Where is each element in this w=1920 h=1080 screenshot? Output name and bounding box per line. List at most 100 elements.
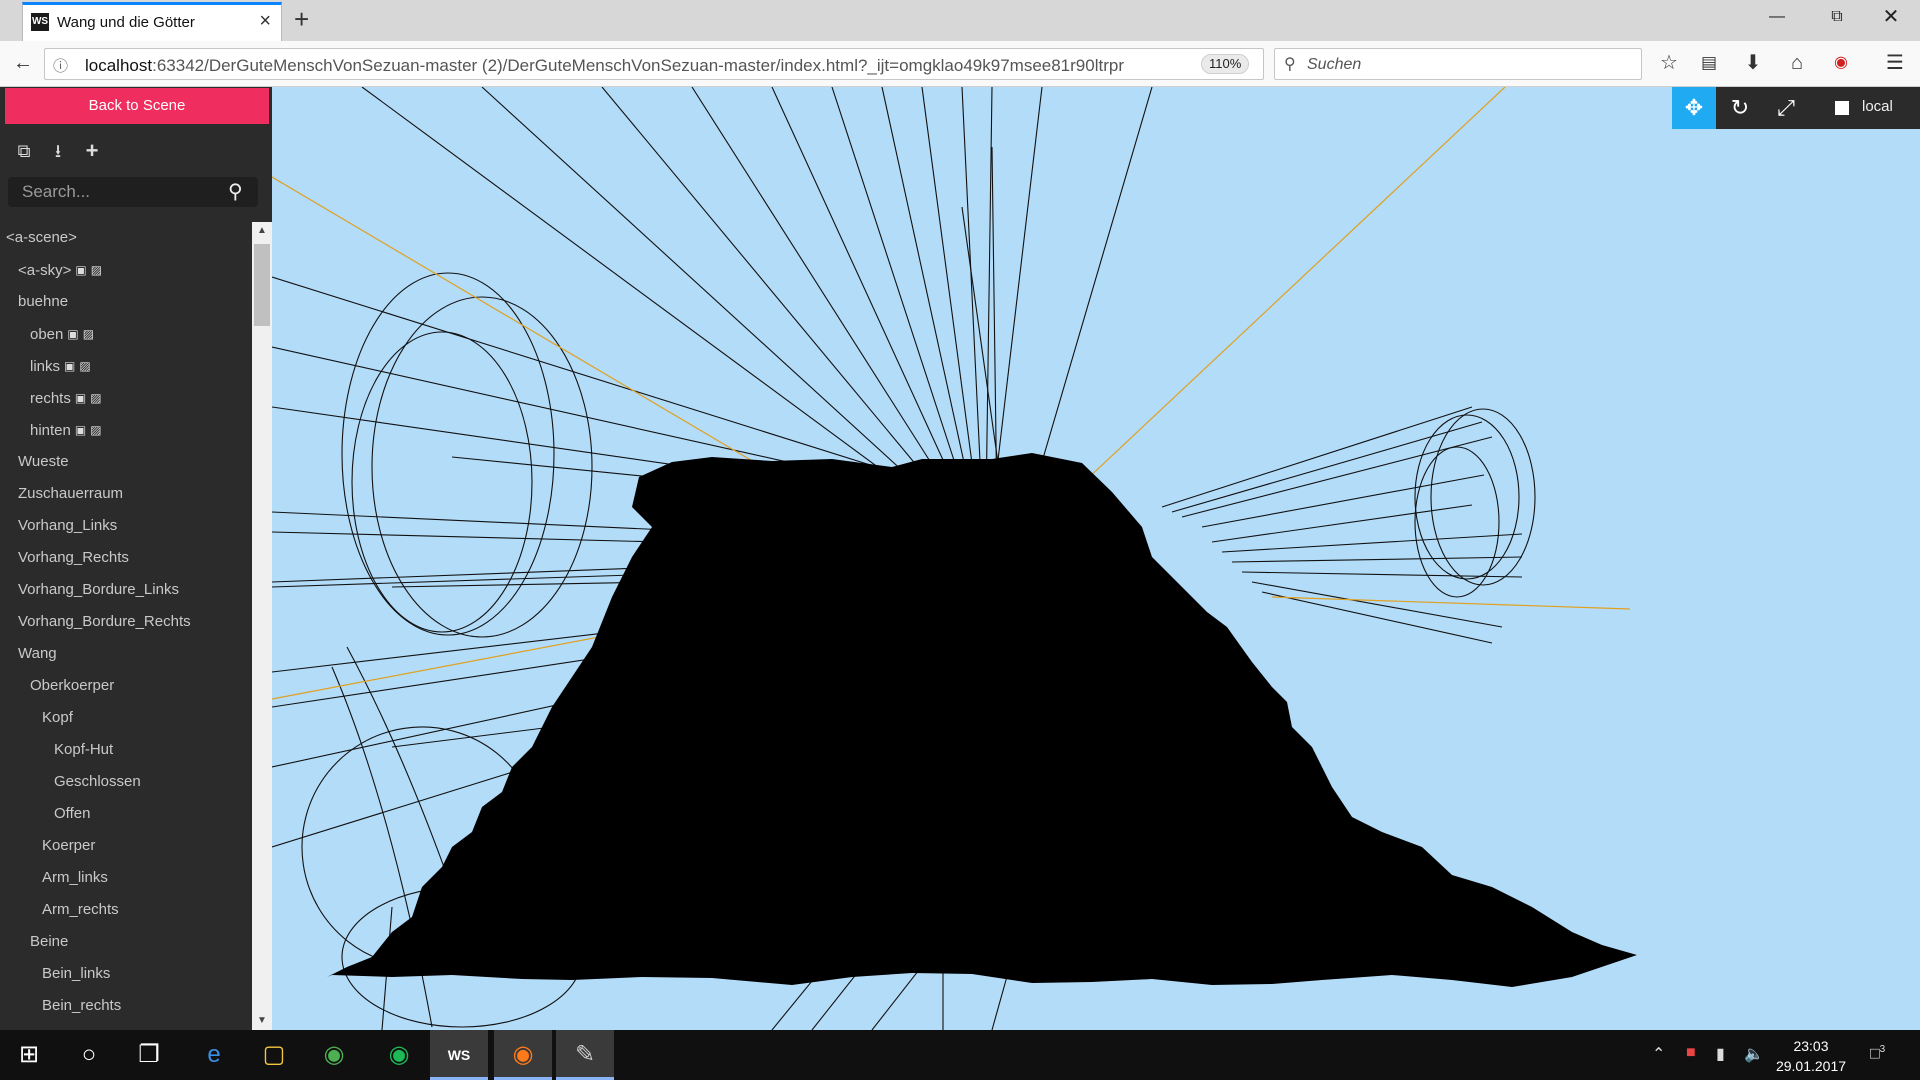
tree-item-label: Kopf-Hut: [54, 741, 114, 758]
scale-tool-icon[interactable]: ⤢: [1764, 87, 1808, 129]
edge-icon[interactable]: e: [185, 1030, 243, 1080]
light-direction-line: [1271, 596, 1631, 610]
volume-icon[interactable]: 🔈: [1744, 1044, 1764, 1064]
spotify-icon[interactable]: ◉: [370, 1030, 428, 1080]
scene-viewport[interactable]: ✥ ↻ ⤢ local: [272, 87, 1920, 1030]
tree-item-label: oben: [30, 326, 64, 343]
tree-item-label: <a-sky>: [18, 262, 72, 279]
download-icon[interactable]: ⬇: [1740, 50, 1766, 76]
tree-item[interactable]: Vorhang_Links: [0, 510, 252, 542]
chrome-icon[interactable]: ◉: [305, 1030, 363, 1080]
tree-item[interactable]: Beine: [0, 926, 252, 958]
tree-item[interactable]: <a-sky> ▣ ▨: [0, 254, 252, 286]
scene-search-input[interactable]: [8, 177, 258, 207]
zoom-badge[interactable]: 110%: [1201, 54, 1250, 74]
info-icon[interactable]: ⓘ: [53, 55, 68, 76]
tree-item[interactable]: Kopf-Hut: [0, 734, 252, 766]
tree-item-label: Vorhang_Bordure_Rechts: [18, 613, 191, 630]
ray-line: [481, 87, 941, 506]
new-tab-button[interactable]: +: [294, 4, 309, 35]
tree-item[interactable]: Oberkoerper: [0, 670, 252, 702]
scroll-thumb[interactable]: [254, 244, 270, 326]
notification-count: 3: [1879, 1044, 1886, 1055]
tree-item[interactable]: Vorhang_Bordure_Rechts: [0, 606, 252, 638]
reading-list-icon[interactable]: ▤: [1696, 50, 1722, 76]
tree-scrollbar[interactable]: ▲ ▼: [252, 222, 272, 1030]
desert-mountain-mesh: [327, 453, 1637, 987]
browser-search-field[interactable]: ⚲ Suchen: [1274, 48, 1642, 80]
scene-graph-tree: <a-scene> <a-sky> ▣ ▨ buehne oben ▣ ▨ links ▣ ▨ rec…: [0, 222, 252, 1030]
search-placeholder: Suchen: [1307, 56, 1362, 73]
tree-item[interactable]: Kopf: [0, 702, 252, 734]
clock-time[interactable]: 23:03: [1775, 1038, 1847, 1054]
tree-item[interactable]: Zuschauerraum: [0, 478, 252, 510]
tree-item[interactable]: <a-scene>: [0, 222, 252, 254]
tree-item[interactable]: Vorhang_Rechts: [0, 542, 252, 574]
tree-item[interactable]: Vorhang_Bordure_Links: [0, 574, 252, 606]
tree-item[interactable]: Arm_rechts: [0, 894, 252, 926]
camera-helper-ellipse: [351, 331, 533, 633]
url-bar[interactable]: ⓘ localhost:63342/DerGuteMenschVonSezuan…: [44, 48, 1292, 80]
minimize-button[interactable]: —: [1754, 0, 1800, 34]
battery-icon[interactable]: ▮: [1716, 1044, 1725, 1064]
ray-line: [361, 87, 933, 508]
rotate-tool-icon[interactable]: ↻: [1718, 87, 1762, 129]
tree-item[interactable]: Bein_rechts: [0, 990, 252, 1022]
windows-taskbar: ⊞ ○ ❐ e ▢ ◉ ◉ WS ◉ ✎ ⌃ ■ ▮ 🔈 23:03 29.01…: [0, 1030, 1920, 1080]
tree-item[interactable]: oben ▣ ▨: [0, 318, 252, 350]
copy-icon[interactable]: ⧉: [12, 139, 36, 163]
notification-icon[interactable]: □3: [1870, 1044, 1885, 1063]
menu-icon[interactable]: ☰: [1882, 50, 1908, 76]
scene-canvas[interactable]: [272, 87, 1920, 1030]
translate-tool-icon[interactable]: ✥: [1672, 87, 1716, 129]
close-window-button[interactable]: ✕: [1868, 0, 1914, 34]
tree-item[interactable]: buehne: [0, 286, 252, 318]
cortana-icon[interactable]: ○: [60, 1030, 118, 1080]
search-icon: ⚲: [228, 181, 243, 203]
back-to-scene-button[interactable]: Back to Scene: [5, 88, 269, 124]
material-icon: ▨: [90, 263, 103, 277]
tree-item-label: rechts: [30, 390, 71, 407]
extension-icon[interactable]: ◉: [1828, 50, 1854, 76]
nav-bar: ← ⓘ localhost:63342/DerGuteMenschVonSezu…: [0, 41, 1920, 87]
scroll-up-icon[interactable]: ▲: [252, 222, 272, 240]
ray-line: [771, 87, 961, 498]
tree-item[interactable]: Koerper: [0, 830, 252, 862]
geometry-icon: ▣: [67, 327, 79, 341]
antivirus-icon[interactable]: ■: [1686, 1044, 1696, 1062]
task-view-icon[interactable]: ❐: [120, 1030, 178, 1080]
restore-button[interactable]: ⧉: [1814, 0, 1860, 34]
tree-item[interactable]: rechts ▣ ▨: [0, 382, 252, 414]
tree-item[interactable]: Offen: [0, 798, 252, 830]
home-icon[interactable]: ⌂: [1784, 50, 1810, 76]
tree-item[interactable]: Arm_links: [0, 862, 252, 894]
local-checkbox[interactable]: [1835, 101, 1849, 115]
ray-line: [1171, 421, 1483, 513]
add-entity-icon[interactable]: +: [80, 139, 104, 163]
tree-item[interactable]: links ▣ ▨: [0, 350, 252, 382]
close-tab-icon[interactable]: ×: [259, 10, 271, 33]
tray-chevron-icon[interactable]: ⌃: [1652, 1044, 1665, 1064]
browser-tab[interactable]: WS Wang und die Götter ×: [22, 2, 282, 41]
url-text[interactable]: localhost:63342/DerGuteMenschVonSezuan-m…: [85, 56, 1165, 76]
tree-item[interactable]: Wueste: [0, 446, 252, 478]
tree-item-label: links: [30, 358, 61, 375]
tree-item[interactable]: Wang: [0, 638, 252, 670]
tree-item[interactable]: Bein_links: [0, 958, 252, 990]
webstorm-icon[interactable]: WS: [430, 1030, 488, 1080]
clock-date[interactable]: 29.01.2017: [1775, 1058, 1847, 1074]
tree-item-label: Bein_rechts: [42, 997, 122, 1014]
back-arrow-icon[interactable]: ←: [10, 50, 36, 76]
file-explorer-icon[interactable]: ▢: [245, 1030, 303, 1080]
tree-item[interactable]: Geschlossen: [0, 766, 252, 798]
bookmark-star-icon[interactable]: ☆: [1656, 50, 1682, 76]
material-icon: ▨: [82, 327, 95, 341]
windows-start-icon[interactable]: ⊞: [0, 1030, 58, 1080]
firefox-icon[interactable]: ◉: [494, 1030, 552, 1080]
paint-icon[interactable]: ✎: [556, 1030, 614, 1080]
ray-line: [1161, 406, 1473, 508]
tree-item-label: Arm_links: [42, 869, 108, 886]
scroll-down-icon[interactable]: ▼: [252, 1012, 272, 1030]
tree-item[interactable]: hinten ▣ ▨: [0, 414, 252, 446]
export-icon[interactable]: ⭳: [46, 139, 70, 163]
